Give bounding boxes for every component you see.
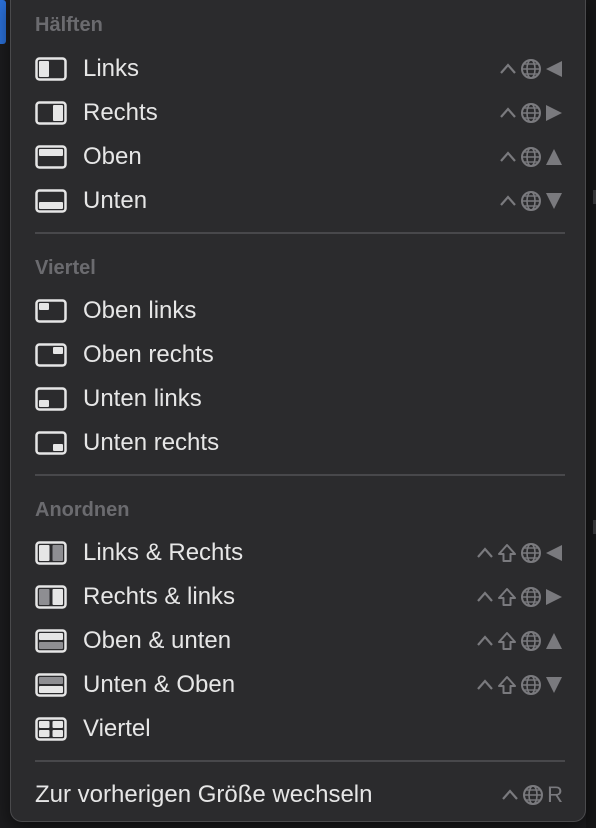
menu-item-label: Oben & unten [83,627,232,654]
menu-item-viertel[interactable]: Viertel [11,707,585,751]
menu-item-oben-rechts[interactable]: Oben rechts [11,333,585,377]
control-key-icon [477,635,493,646]
menu-item-unten-links[interactable]: Unten links [11,377,585,421]
arrow-down-key-icon [546,677,562,693]
half-top-icon [35,145,67,169]
globe-key-icon [523,785,544,805]
shortcut-ctrl-shift-globe-left [476,542,563,564]
menu-item-restore-previous-size[interactable]: Zur vorherigen Größe wechseln R [11,773,585,817]
menu-item-label: Zur vorherigen Größe wechseln [35,781,373,808]
shortcut-ctrl-globe-left [499,58,563,80]
shortcut-ctrl-globe-up [499,146,563,168]
split-top-bottom-icon [35,629,67,653]
split-bottom-top-icon [35,673,67,697]
shortcut-ctrl-globe-down [499,190,563,212]
control-key-icon [500,151,516,162]
shift-key-icon [498,676,516,694]
menu-item-label: Unten rechts [83,429,220,456]
menu-item-rechts-und-links[interactable]: Rechts & links [11,575,585,619]
shortcut-ctrl-shift-globe-right [476,586,563,608]
arrow-right-key-icon [546,589,562,605]
globe-key-icon [521,587,541,607]
control-key-icon [500,195,516,206]
shift-key-icon [498,544,516,562]
control-key-icon [500,63,516,74]
control-key-icon [500,107,516,118]
shift-key-icon [498,632,516,650]
globe-key-icon [521,631,541,651]
menu-item-label: Viertel [83,715,151,742]
menu-item-label: Links [83,55,140,82]
section-title-arrange: Anordnen [35,499,130,521]
quarter-bottom-right-icon [35,431,67,455]
shortcut-ctrl-shift-globe-down [476,674,563,696]
section-title-quarters: Viertel [35,257,96,279]
menu-item-rechts[interactable]: Rechts [11,91,585,135]
menu-item-unten-rechts[interactable]: Unten rechts [11,421,585,465]
window-edge-accent [0,0,6,44]
shortcut-letter: R [547,782,563,807]
control-key-icon [502,789,518,800]
menu-item-label: Rechts [83,99,158,126]
quarters-grid-icon [35,717,67,741]
menu-item-label: Unten links [83,385,202,412]
menu-item-oben[interactable]: Oben [11,135,585,179]
menu-item-links[interactable]: Links [11,47,585,91]
section-title-halves: Hälften [35,14,103,36]
arrow-down-key-icon [546,193,562,209]
shortcut-ctrl-globe-right [499,102,563,124]
half-bottom-icon [35,189,67,213]
separator [35,232,565,234]
quarter-top-left-icon [35,299,67,323]
arrow-up-key-icon [546,633,562,649]
split-left-right-icon [35,541,67,565]
menu-item-links-und-rechts[interactable]: Links & Rechts [11,531,585,575]
arrow-up-key-icon [546,149,562,165]
menu-item-oben-links[interactable]: Oben links [11,289,585,333]
half-right-icon [35,101,67,125]
menu-item-label: Oben rechts [83,341,214,368]
shortcut-ctrl-globe-r: R [501,784,563,806]
globe-key-icon [521,147,541,167]
separator [35,474,565,476]
globe-key-icon [521,675,541,695]
menu-item-oben-und-unten[interactable]: Oben & unten [11,619,585,663]
arrow-left-key-icon [546,61,562,77]
background-window-edge [586,0,596,828]
menu-item-unten-und-oben[interactable]: Unten & Oben [11,663,585,707]
globe-key-icon [521,191,541,211]
menu-item-label: Oben links [83,297,197,324]
menu-item-unten[interactable]: Unten [11,179,585,223]
window-tiling-menu: Hälften Links Rechts Oben Unten Viertel … [10,0,586,822]
control-key-icon [477,591,493,602]
menu-item-label: Rechts & links [83,583,236,610]
split-right-left-icon [35,585,67,609]
arrow-left-key-icon [546,545,562,561]
menu-item-label: Oben [83,143,142,170]
separator [35,760,565,762]
control-key-icon [477,679,493,690]
control-key-icon [477,547,493,558]
menu-item-label: Unten [83,187,148,214]
menu-item-label: Links & Rechts [83,539,244,566]
quarter-bottom-left-icon [35,387,67,411]
shortcut-ctrl-shift-globe-up [476,630,563,652]
shift-key-icon [498,588,516,606]
globe-key-icon [521,543,541,563]
menu-item-label: Unten & Oben [83,671,236,698]
arrow-right-key-icon [546,105,562,121]
half-left-icon [35,57,67,81]
quarter-top-right-icon [35,343,67,367]
globe-key-icon [521,59,541,79]
globe-key-icon [521,103,541,123]
